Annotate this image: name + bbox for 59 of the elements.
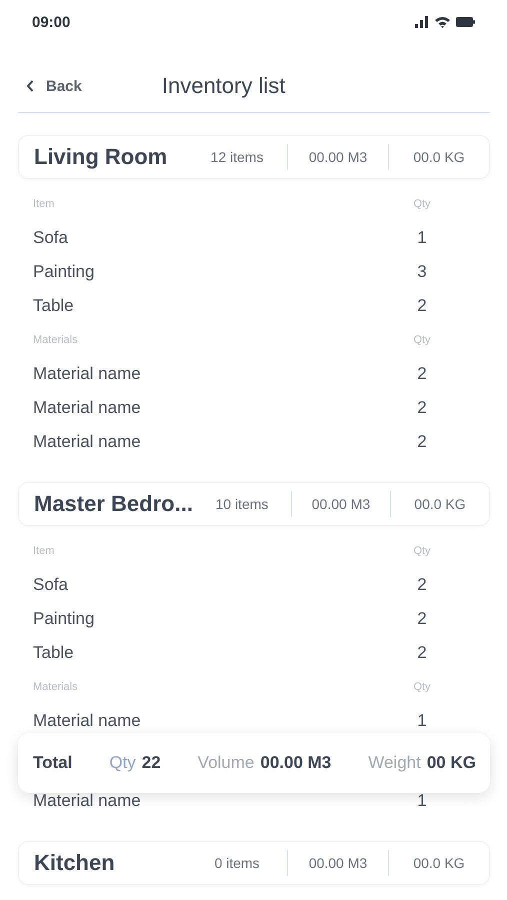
total-qty: 22: [142, 753, 161, 773]
chevron-left-icon: [26, 80, 34, 92]
item-qty: 1: [416, 791, 428, 811]
signal-icon: [415, 16, 429, 28]
room-volume: 00.00 M3: [290, 491, 390, 517]
weight-label: Weight: [368, 753, 421, 773]
section-label: Materials: [33, 334, 78, 346]
back-button[interactable]: Back: [26, 78, 82, 94]
room-header-card[interactable]: Kitchen 0 items 00.00 M3 00.0 KG: [18, 841, 490, 885]
item-qty: 1: [416, 711, 428, 731]
item-qty: 2: [416, 432, 428, 452]
item-name: Painting: [33, 262, 94, 282]
item-name: Material name: [33, 398, 141, 418]
room-name: Kitchen: [34, 850, 116, 876]
item-qty: 3: [416, 262, 428, 282]
item-count: 12 items: [210, 148, 264, 167]
wifi-icon: [434, 16, 451, 28]
item-name: Material name: [33, 364, 141, 384]
room-weight: 00.0 KG: [388, 144, 489, 170]
item-qty: 2: [416, 364, 428, 384]
volume-label: Volume: [198, 753, 254, 773]
section-label: Item: [33, 198, 54, 210]
item-name: Material name: [33, 791, 141, 811]
qty-label: Qty: [412, 334, 432, 346]
total-label: Total: [33, 753, 72, 773]
qty-label: Qty: [412, 681, 432, 693]
room-volume: 00.00 M3: [287, 850, 388, 876]
item-name: Table: [33, 296, 74, 316]
qty-label: Qty: [412, 198, 432, 210]
item-name: Material name: [33, 711, 141, 731]
item-qty: 1: [416, 228, 428, 248]
room-name: Master Bedro...: [34, 491, 193, 517]
battery-icon: [456, 17, 475, 27]
item-qty: 2: [416, 296, 428, 316]
item-name: Material name: [33, 432, 141, 452]
item-qty: 2: [416, 398, 428, 418]
page-title: Inventory list: [162, 73, 286, 99]
item-count: 0 items: [213, 854, 261, 873]
item-name: Painting: [33, 609, 94, 629]
item-name: Sofa: [33, 575, 68, 595]
total-volume: 00.00 M3: [260, 753, 332, 773]
status-time: 09:00: [32, 14, 70, 30]
item-name: Sofa: [33, 228, 68, 248]
qty-label: Qty: [412, 545, 432, 557]
item-qty: 2: [416, 643, 428, 663]
item-qty: 2: [416, 609, 428, 629]
room-header-card[interactable]: Living Room 12 items 00.00 M3 00.0 KG: [18, 135, 490, 179]
qty-label: Qty: [109, 753, 136, 773]
room-header-card[interactable]: Master Bedro... 10 items 00.00 M3 00.0 KG: [18, 482, 490, 526]
room-name: Living Room: [34, 144, 168, 170]
room-volume: 00.00 M3: [287, 144, 388, 170]
item-count: 10 items: [214, 495, 270, 514]
item-name: Table: [33, 643, 74, 663]
item-qty: 2: [416, 575, 428, 595]
room-weight: 00.0 KG: [390, 491, 489, 517]
room-weight: 00.0 KG: [388, 850, 489, 876]
section-label: Item: [33, 545, 54, 557]
total-weight: 00 KG: [426, 753, 476, 773]
section-label: Materials: [33, 681, 78, 693]
